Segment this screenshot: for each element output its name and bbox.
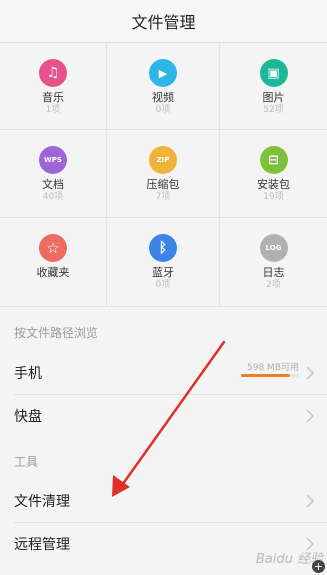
category-label: 音乐 [42,91,64,104]
log-icon: LOG [259,234,288,262]
category-archives[interactable]: ZIP 压缩包 7项 [107,130,220,218]
category-label: 蓝牙 [152,266,174,279]
music-icon: ♫ [39,59,67,87]
category-label: 压缩包 [146,178,180,191]
remote-manage-label: 远程管理 [14,537,70,553]
category-label: 视频 [152,91,174,104]
phone-label: 手机 [14,366,42,382]
chevron-right-icon [306,366,315,380]
category-count: 7项 [155,192,171,202]
category-bluetooth[interactable]: ᛒ 蓝牙 0项 [107,218,220,307]
tools-section-label: 工具 [14,455,39,469]
kuaipan-row[interactable]: 快盘 [0,395,327,437]
storage-bar-fill [241,374,291,377]
video-icon: ▶ [149,59,177,87]
storage-free-text: 598 MB可用 [247,363,299,373]
category-music[interactable]: ♫ 音乐 1项 [0,43,107,130]
category-favorites[interactable]: ☆ 收藏夹 [0,218,107,307]
chevron-right-icon [306,494,315,508]
category-label: 图片 [262,91,285,104]
chevron-right-icon [306,409,315,423]
title-bar: 文件管理 [0,0,327,43]
category-count: 1项 [45,105,61,115]
category-count: 52项 [263,105,284,115]
kuaipan-label: 快盘 [14,409,42,425]
file-clean-row[interactable]: 文件清理 [0,480,327,522]
category-grid: ♫ 音乐 1项 ▶ 视频 0项 ▣ 图片 52项 WPS 文档 40项 ZIP … [0,43,327,307]
picture-icon: ▣ [259,59,288,87]
zip-icon: ZIP [149,146,177,174]
category-count: 2项 [266,280,281,290]
document-icon: WPS [39,146,67,174]
category-count: 0项 [155,280,171,290]
category-label: 文档 [42,178,64,191]
category-pictures[interactable]: ▣ 图片 52项 [220,43,327,130]
browse-section-label: 按文件路径浏览 [14,326,99,340]
category-count: 40项 [42,192,64,202]
category-label: 收藏夹 [36,266,70,279]
file-clean-label: 文件清理 [14,494,70,510]
category-count: 0项 [155,105,171,115]
category-label: 安装包 [257,178,290,191]
page-title: 文件管理 [131,13,196,32]
category-documents[interactable]: WPS 文档 40项 [0,130,107,218]
storage-bar [241,374,299,377]
bluetooth-icon: ᛒ [149,234,177,262]
apk-icon: ⊟ [259,146,288,174]
star-icon: ☆ [39,234,67,262]
category-count: 19项 [263,192,284,202]
category-video[interactable]: ▶ 视频 0项 [107,43,220,130]
phone-storage-row[interactable]: 手机 598 MB可用 [0,352,327,394]
category-apks[interactable]: ⊟ 安装包 19项 [220,130,327,218]
category-logs[interactable]: LOG 日志 2项 [220,218,327,307]
category-label: 日志 [262,266,285,279]
plus-icon[interactable]: + [312,560,325,573]
